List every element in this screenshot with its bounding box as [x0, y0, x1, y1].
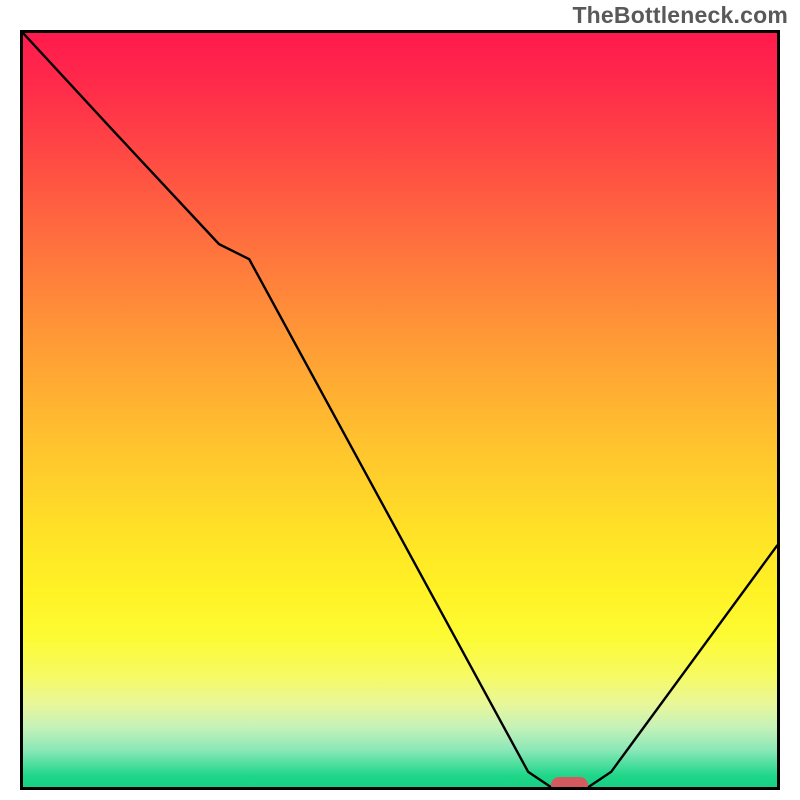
chart-container: TheBottleneck.com	[0, 0, 800, 800]
bottleneck-curve-path	[23, 33, 777, 787]
chart-frame	[20, 30, 780, 790]
bottleneck-marker	[551, 777, 589, 790]
watermark-text: TheBottleneck.com	[572, 2, 788, 29]
chart-curve-svg	[23, 33, 777, 787]
